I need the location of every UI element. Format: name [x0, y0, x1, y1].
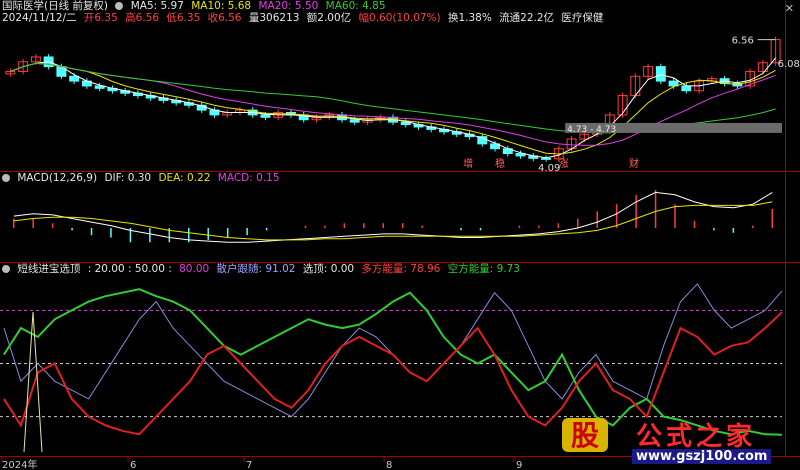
- ma20-label: MA20: 5.50: [258, 0, 319, 12]
- watermark-logo-char: 股: [570, 419, 599, 452]
- ma60-label: MA60: 4.85: [325, 0, 386, 12]
- close-icon[interactable]: ✕: [785, 2, 794, 15]
- close-label: 收6.56: [207, 12, 242, 24]
- retail-follow-label: 散户跟随: 91.02: [216, 263, 296, 275]
- watermark-logo: 股: [556, 412, 620, 458]
- x-tick-label: 6: [130, 460, 136, 470]
- x-axis: 2024年 6 7 8 9: [1, 456, 522, 470]
- right-marker-label: 6.08: [778, 59, 800, 70]
- indicator-params: : 20.00 : 50.00 :: [87, 263, 172, 275]
- top-select-spike: [23, 311, 43, 453]
- x-tick-label: 2024年: [2, 458, 37, 470]
- x-tick-label: 7: [246, 460, 252, 470]
- ma5-label: MA5: 5.97: [130, 0, 184, 12]
- dif-line: [13, 191, 773, 243]
- signal-label: 涨: [559, 158, 569, 170]
- price-panel: 6.56 6.08 4.09 4.73 - 4.73 增 稳 涨 财: [5, 36, 800, 174]
- x-tick-label: 9: [516, 460, 522, 470]
- dif-label: DIF: 0.30: [104, 172, 152, 184]
- candle-body: [655, 66, 666, 82]
- top-select-label: 选顶: 0.00: [302, 263, 355, 275]
- x-tick-label: 8: [386, 460, 392, 470]
- macd-panel: [12, 190, 774, 243]
- candle-body: [541, 157, 552, 160]
- macd-dot-icon[interactable]: [2, 174, 10, 182]
- float-label: 流通22.2亿: [499, 12, 555, 24]
- ma10-label: MA10: 5.68: [191, 0, 252, 12]
- bull-energy-label: 多方能量: 78.96: [361, 263, 441, 275]
- sector-label: 医疗保健: [561, 12, 604, 24]
- amount-label: 额2.00亿: [306, 12, 352, 24]
- candle-body: [349, 119, 360, 123]
- macd-name: MACD(12,26,9): [17, 172, 98, 184]
- indicator-dot-icon[interactable]: [2, 265, 10, 273]
- signal-label: 增: [463, 157, 473, 170]
- indicator-name: 短线进宝选顶: [17, 263, 81, 275]
- dea-label: DEA: 0.22: [158, 172, 211, 184]
- watermark-text: 公式之家: [636, 422, 757, 452]
- high-label: 高6.56: [125, 12, 160, 24]
- candle-body: [681, 85, 692, 92]
- date-label: 2024/11/12/二: [2, 12, 77, 24]
- turnover-label: 换1.38%: [447, 12, 492, 24]
- change-label: 幅0.60(10.07%): [358, 12, 441, 24]
- signal-label: 财: [629, 157, 639, 170]
- chart-canvas: 6.56 6.08 4.09 4.73 - 4.73 增 稳 涨 财 2024年 6 7 8 9: [0, 0, 800, 470]
- level-80-label: 80.00: [179, 263, 210, 275]
- volume-label: 量306213: [248, 12, 300, 24]
- signal-label: 稳: [495, 157, 505, 170]
- bear-energy-label: 空方能量: 9.73: [447, 263, 520, 275]
- low-marker-label: 4.09: [538, 163, 560, 174]
- indicator-header: 短线进宝选顶 : 20.00 : 50.00 : 80.00 散户跟随: 91.…: [2, 263, 524, 276]
- settings-dot-icon[interactable]: [115, 2, 124, 10]
- macd-value-label: MACD: 0.15: [217, 172, 280, 184]
- high-marker-label: 6.56: [732, 36, 754, 47]
- candle-body: [69, 75, 80, 82]
- open-label: 开6.35: [83, 12, 118, 24]
- watermark-url: www.gszj100.com: [632, 449, 772, 464]
- macd-header: MACD(12,26,9) DIF: 0.30 DEA: 0.22 MACD: …: [2, 172, 284, 185]
- stock-title: 国际医学(日线 前复权): [2, 0, 109, 12]
- watermark: 股 公式之家 www.gszj100.com: [556, 412, 796, 468]
- range-marker-label: 4.73 - 4.73: [567, 125, 616, 135]
- candle-body: [260, 114, 271, 118]
- price-header-row2: 2024/11/12/二 开6.35 高6.56 低6.35 收6.56 量30…: [2, 12, 607, 25]
- retail-follow-line: [3, 283, 783, 418]
- low-label: 低6.35: [166, 12, 201, 24]
